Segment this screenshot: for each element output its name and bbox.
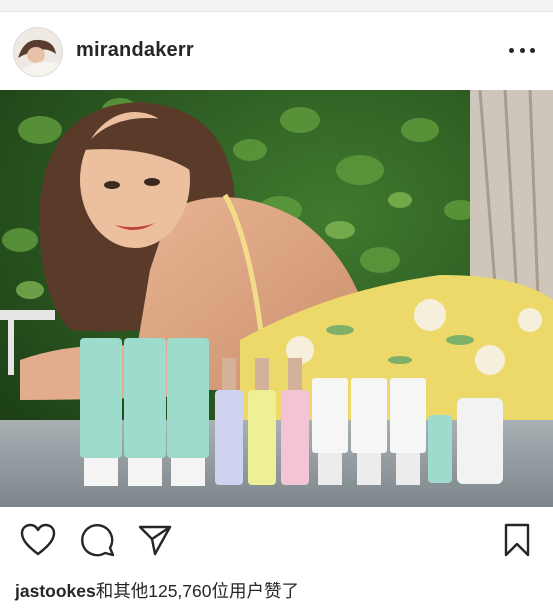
post-photo[interactable] <box>0 90 553 507</box>
post-actions-bar <box>0 520 553 564</box>
heart-icon[interactable] <box>18 520 58 560</box>
share-icon[interactable] <box>135 520 175 560</box>
more-dot <box>519 47 525 53</box>
more-options-icon[interactable] <box>509 40 535 60</box>
likes-count-text[interactable]: 和其他125,760位用户赞了 <box>96 581 299 601</box>
avatar[interactable] <box>13 27 63 77</box>
post-username[interactable]: mirandakerr <box>76 39 194 62</box>
more-dot <box>509 47 514 53</box>
comment-icon[interactable] <box>78 520 118 560</box>
more-dot <box>530 47 535 53</box>
post-header: mirandakerr <box>0 12 553 90</box>
liked-by-username[interactable]: jastookes <box>15 581 96 601</box>
bookmark-icon[interactable] <box>497 520 537 560</box>
likes-summary: jastookes和其他125,760位用户赞了 <box>15 578 299 603</box>
status-divider <box>0 0 553 12</box>
